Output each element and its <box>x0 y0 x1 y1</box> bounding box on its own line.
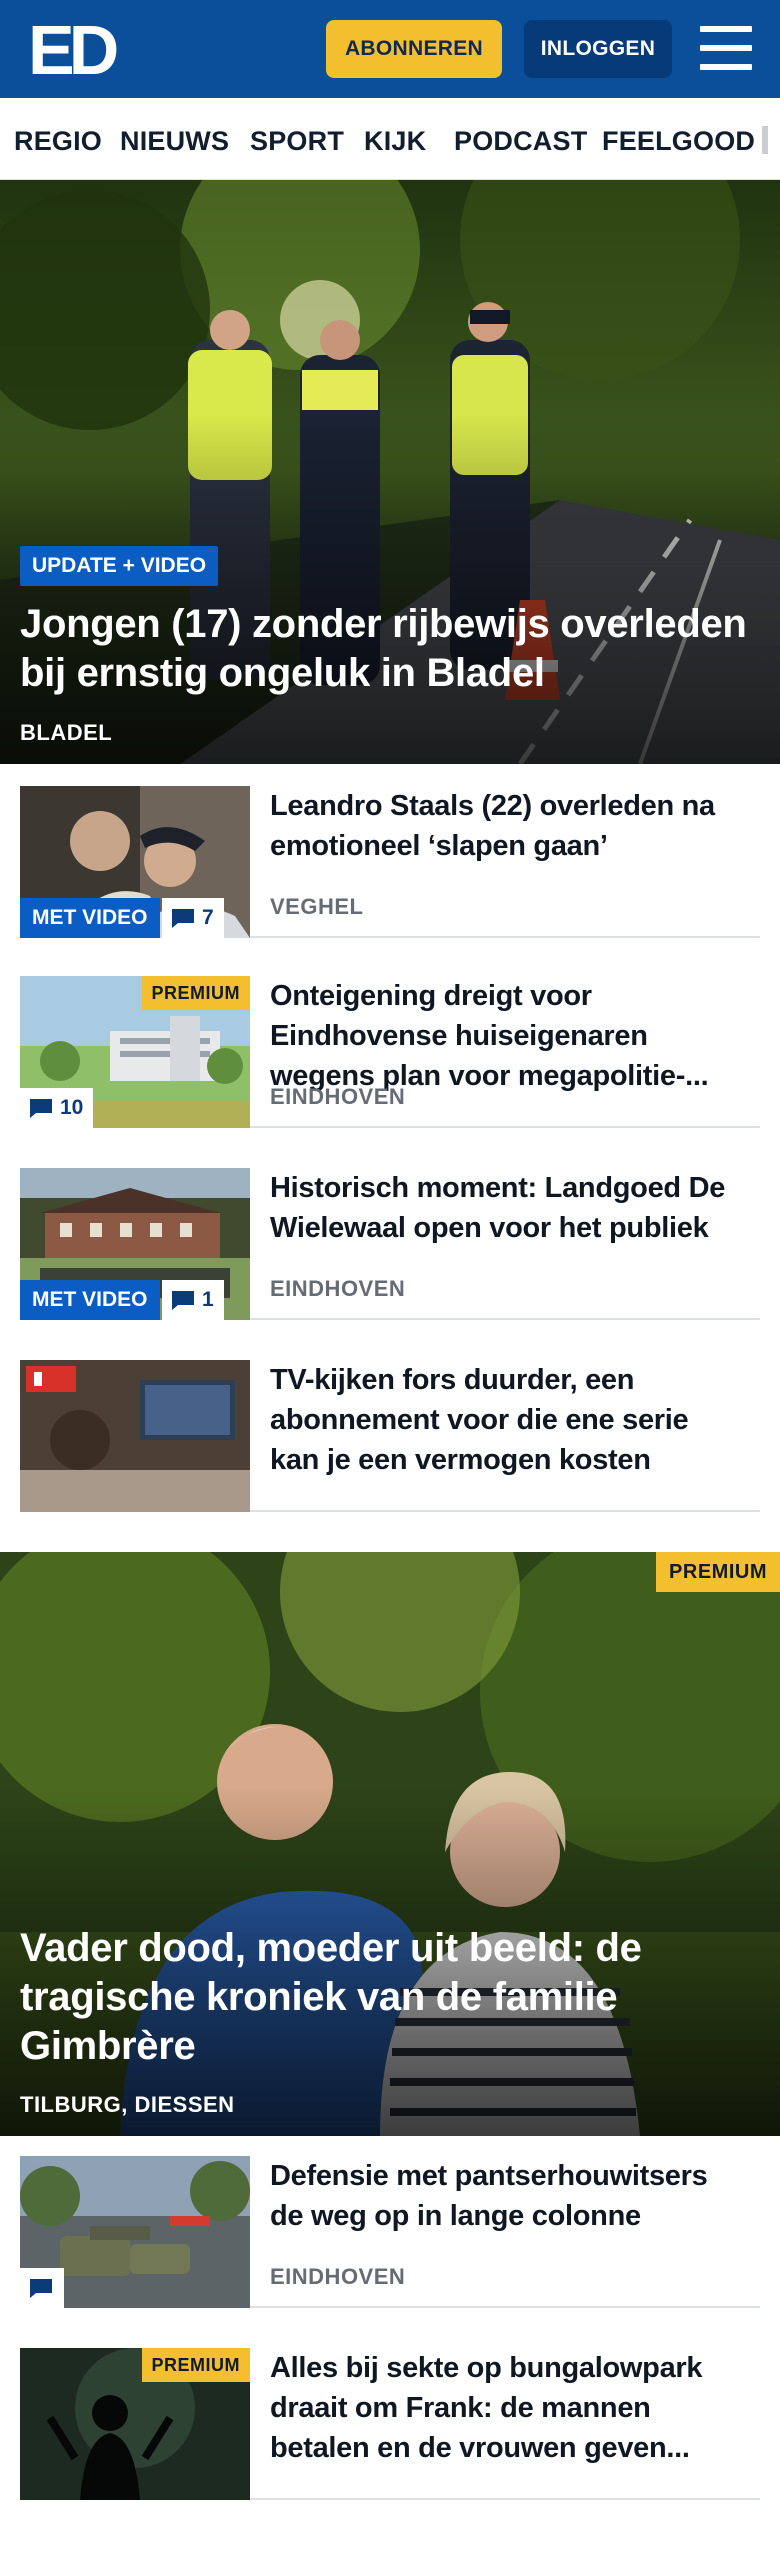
hero-location: TILBURG, DIESSEN <box>20 2092 235 2117</box>
comment-icon <box>172 1291 194 1310</box>
premium-badge: PREMIUM <box>656 1552 780 1592</box>
login-button[interactable]: INLOGGEN <box>524 20 672 78</box>
article-thumbnail: PREMIUM 10 <box>20 976 250 1128</box>
list-item[interactable]: TV-kijken fors duurder, een abonnement v… <box>20 1340 760 1512</box>
article-thumbnail: MET VIDEO 1 <box>20 1168 250 1320</box>
subscribe-button[interactable]: ABONNEREN <box>326 20 502 78</box>
list-item[interactable]: PREMIUM 10 Onteigening dreigt voor Eindh… <box>20 956 760 1128</box>
nav-overflow-item[interactable] <box>762 126 768 154</box>
article-title[interactable]: TV-kijken fors duurder, een abonnement v… <box>270 1360 760 1480</box>
article-thumbnail <box>20 1360 250 1512</box>
nav-item-sport[interactable]: SPORT <box>250 126 344 157</box>
update-video-badge: UPDATE + VIDEO <box>20 546 219 586</box>
hero-title[interactable]: Jongen (17) zonder rijbewijs overleden b… <box>20 600 747 698</box>
article-title[interactable]: Defensie met pantserhouwitsers de weg op… <box>270 2156 760 2236</box>
article-thumbnail <box>20 2156 250 2308</box>
article-title[interactable]: Onteigening dreigt voor Eindhovense huis… <box>270 976 760 1096</box>
premium-badge: PREMIUM <box>141 2348 250 2382</box>
comment-count-badge[interactable] <box>20 2268 64 2308</box>
comment-count-badge[interactable]: 10 <box>20 1088 94 1128</box>
article-location: EINDHOVEN <box>270 1276 406 1301</box>
premium-badge: PREMIUM <box>141 976 250 1010</box>
nav-item-regio[interactable]: REGIO <box>14 126 102 157</box>
article-location: VEGHEL <box>270 894 364 919</box>
list-item[interactable]: MET VIDEO 7 Leandro Staals (22) overlede… <box>20 766 760 938</box>
section-nav: REGIO NIEUWS SPORT KIJK PODCAST FEELGOOD <box>0 98 780 180</box>
article-title[interactable]: Leandro Staals (22) overleden na emotion… <box>270 786 760 866</box>
nav-item-podcast[interactable]: PODCAST <box>454 126 587 157</box>
comment-count-badge[interactable]: 1 <box>162 1280 224 1320</box>
site-header: ED ABONNEREN INLOGGEN <box>0 0 780 98</box>
nav-item-nieuws[interactable]: NIEUWS <box>120 126 229 157</box>
hero-title[interactable]: Vader dood, moeder uit beeld: de tragisc… <box>20 1924 642 2071</box>
list-item[interactable]: MET VIDEO 1 Historisch moment: Landgoed … <box>20 1148 760 1320</box>
comment-icon <box>30 1099 52 1118</box>
hero-article-1[interactable]: UPDATE + VIDEO Jongen (17) zonder rijbew… <box>0 180 780 764</box>
article-title[interactable]: Alles bij sekte op bungalowpark draait o… <box>270 2348 760 2468</box>
nav-item-kijk[interactable]: KIJK <box>364 126 426 157</box>
article-thumbnail: PREMIUM <box>20 2348 250 2500</box>
comment-icon <box>172 909 194 928</box>
comment-icon <box>30 2279 52 2298</box>
hero-article-2[interactable]: PREMIUM Vader dood, moeder uit beeld: de… <box>0 1552 780 2136</box>
ed-logo[interactable]: ED <box>28 11 123 89</box>
list-item[interactable]: Defensie met pantserhouwitsers de weg op… <box>20 2136 760 2308</box>
article-location: EINDHOVEN <box>270 2264 406 2289</box>
list-item[interactable]: PREMIUM Alles bij sekte op bungalowpark … <box>20 2328 760 2500</box>
svg-text:ED: ED <box>28 14 117 82</box>
article-location: EINDHOVEN <box>270 1084 406 1109</box>
video-badge: MET VIDEO <box>20 1280 160 1320</box>
hamburger-menu-icon[interactable] <box>700 26 752 70</box>
article-thumbnail: MET VIDEO 7 <box>20 786 250 938</box>
article-title[interactable]: Historisch moment: Landgoed De Wielewaal… <box>270 1168 760 1248</box>
video-badge: MET VIDEO <box>20 898 160 938</box>
nav-item-feelgood[interactable]: FEELGOOD <box>602 126 755 157</box>
comment-count-badge[interactable]: 7 <box>162 898 224 938</box>
hero-location: BLADEL <box>20 720 113 745</box>
